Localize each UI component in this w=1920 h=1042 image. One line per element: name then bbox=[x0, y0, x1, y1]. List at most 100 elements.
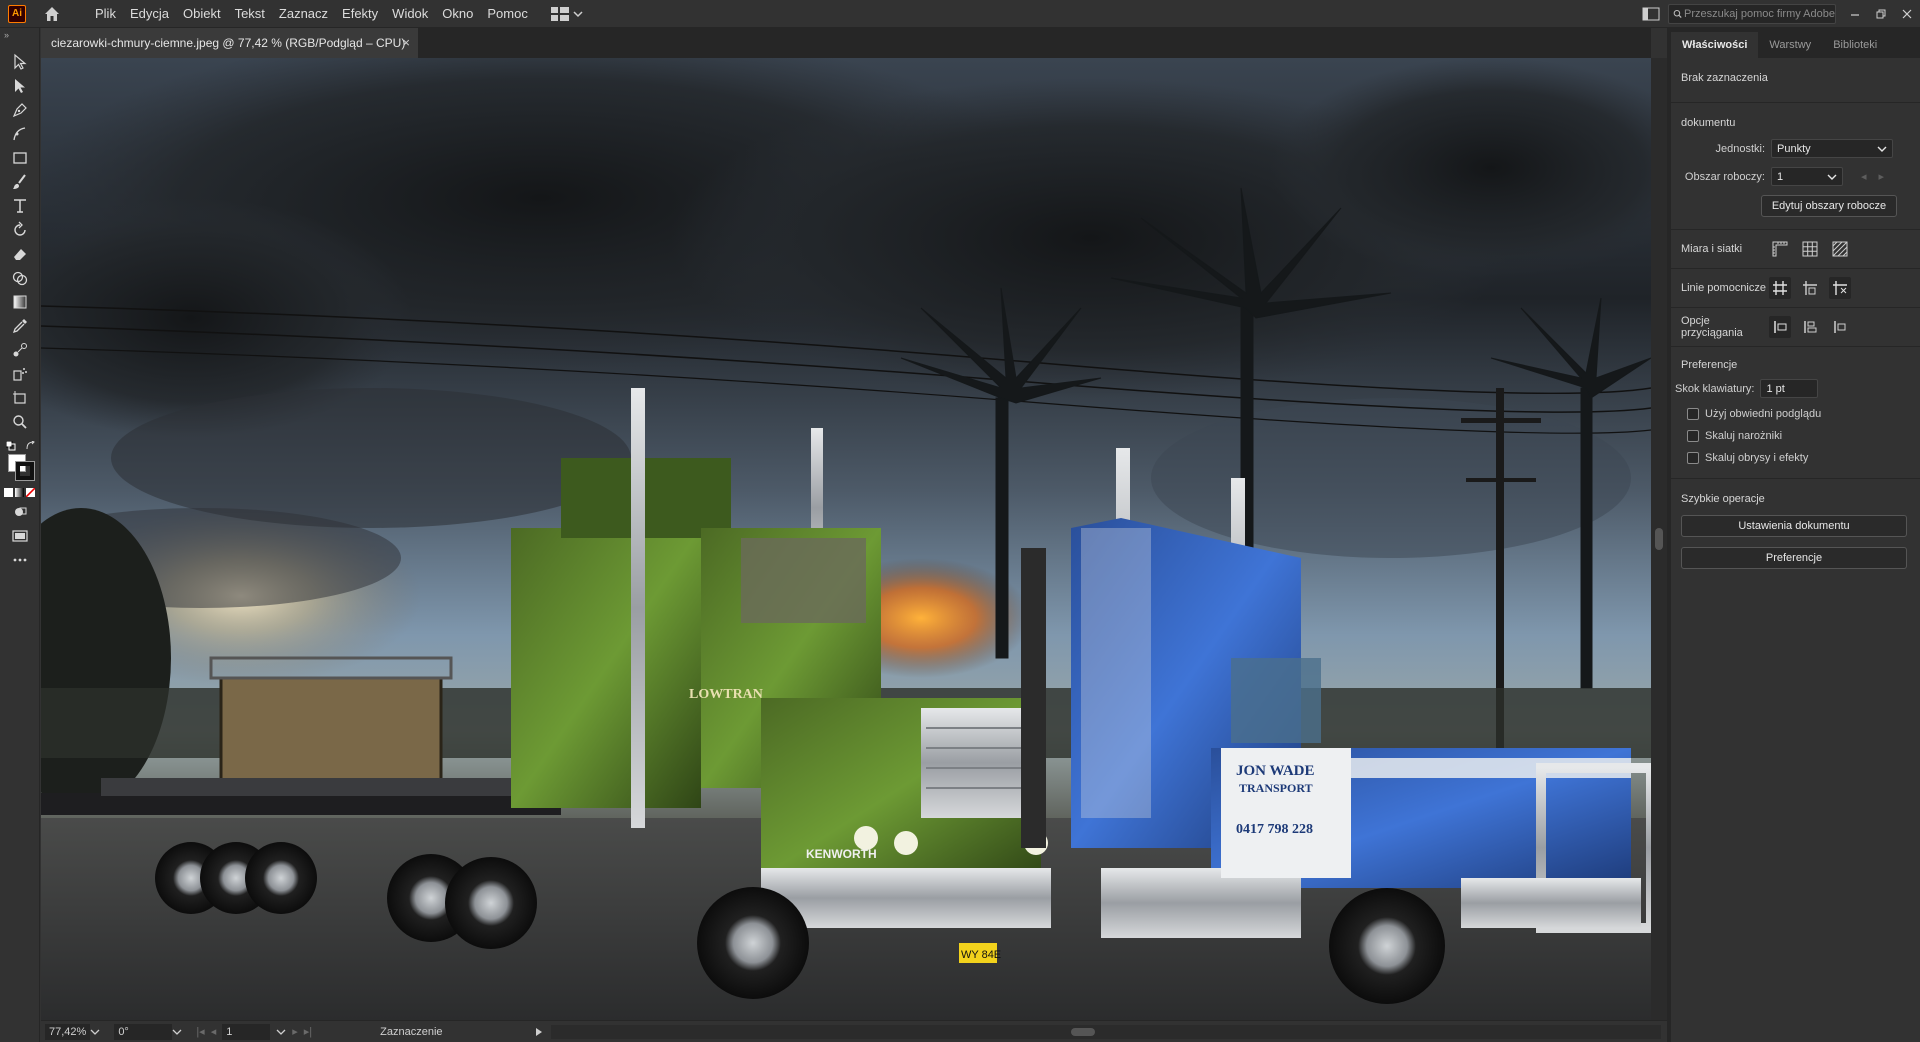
toolbar-collapse-icon[interactable]: » bbox=[0, 28, 39, 42]
menu-view[interactable]: Widok bbox=[385, 0, 435, 28]
scale-strokes-checkbox-box[interactable] bbox=[1687, 452, 1699, 464]
next-artboard-icon[interactable]: ▸ bbox=[292, 1025, 298, 1038]
gradient-tool[interactable] bbox=[0, 290, 40, 314]
last-artboard-icon[interactable]: ▸| bbox=[304, 1025, 312, 1038]
artboard-select[interactable]: 1 bbox=[1771, 167, 1843, 186]
artboard-tool[interactable] bbox=[0, 386, 40, 410]
guides-label: Linie pomocnicze bbox=[1681, 282, 1766, 294]
scale-corners-checkbox[interactable]: Skaluj narożniki bbox=[1687, 430, 1910, 442]
gradient-mode-button[interactable] bbox=[15, 487, 24, 497]
preview-bounds-label: Użyj obwiedni podglądu bbox=[1705, 408, 1822, 420]
chevron-down-icon[interactable] bbox=[90, 1028, 100, 1036]
direct-selection-tool[interactable] bbox=[0, 74, 40, 98]
stroke-swatch[interactable] bbox=[15, 461, 35, 481]
chevron-down-icon[interactable] bbox=[172, 1028, 182, 1036]
selection-tool[interactable] bbox=[0, 50, 40, 74]
rotate-tool[interactable] bbox=[0, 218, 40, 242]
menu-type[interactable]: Tekst bbox=[228, 0, 272, 28]
snap-options-label: Opcje przyciągania bbox=[1681, 315, 1743, 339]
gradient-icon bbox=[13, 295, 27, 309]
type-tool[interactable] bbox=[0, 194, 40, 218]
menu-window[interactable]: Okno bbox=[435, 0, 480, 28]
none-mode-button[interactable] bbox=[26, 487, 35, 497]
curvature-tool[interactable] bbox=[0, 122, 40, 146]
eyedropper-icon bbox=[12, 319, 27, 334]
zoom-tool[interactable] bbox=[0, 410, 40, 434]
swap-colors-icon[interactable] bbox=[26, 440, 36, 450]
pen-tool[interactable] bbox=[0, 98, 40, 122]
arrange-documents-icon[interactable] bbox=[1642, 7, 1660, 21]
edit-artboards-button[interactable]: Edytuj obszary robocze bbox=[1761, 195, 1897, 217]
eyedropper-tool[interactable] bbox=[0, 314, 40, 338]
drawing-modes-tool[interactable] bbox=[0, 500, 40, 524]
smart-guides-toggle[interactable] bbox=[1799, 277, 1821, 299]
blend-tool[interactable] bbox=[0, 338, 40, 362]
close-window-button[interactable] bbox=[1894, 0, 1920, 28]
eraser-tool[interactable] bbox=[0, 242, 40, 266]
canvas-area[interactable]: KENWORTH LOWTRAN WY 84E JON WADE TRANSPO… bbox=[41, 58, 1651, 1020]
zoom-field[interactable]: 77,42% bbox=[41, 1023, 104, 1041]
lock-guides-toggle[interactable] bbox=[1829, 277, 1851, 299]
first-artboard-icon[interactable]: |◂ bbox=[196, 1025, 204, 1038]
fill-stroke-swatches[interactable] bbox=[0, 440, 39, 484]
document-tab[interactable]: ciezarowki-chmury-ciemne.jpeg @ 77,42 % … bbox=[41, 28, 418, 58]
menu-file[interactable]: Plik bbox=[88, 0, 123, 28]
rulers-toggle[interactable] bbox=[1769, 238, 1791, 260]
artboard-value: 1 bbox=[1777, 170, 1784, 183]
symbol-sprayer-tool[interactable] bbox=[0, 362, 40, 386]
scale-corners-checkbox-box[interactable] bbox=[1687, 430, 1699, 442]
prev-artboard-icon[interactable]: ◂ bbox=[211, 1025, 217, 1038]
keyboard-increment-input[interactable]: 1 pt bbox=[1760, 379, 1819, 398]
vertical-scroll-thumb[interactable] bbox=[1655, 528, 1663, 550]
help-search-input[interactable]: Przeszukaj pomoc firmy Adobe bbox=[1668, 4, 1836, 24]
menu-select[interactable]: Zaznacz bbox=[272, 0, 335, 28]
screen-mode-tool[interactable] bbox=[0, 524, 40, 548]
restore-button[interactable] bbox=[1868, 0, 1894, 28]
default-colors-icon[interactable] bbox=[5, 440, 16, 451]
menu-effect[interactable]: Efekty bbox=[335, 0, 385, 28]
snap-to-grid-toggle[interactable] bbox=[1799, 316, 1821, 338]
minimize-button[interactable] bbox=[1842, 0, 1868, 28]
edit-toolbar-button[interactable] bbox=[0, 548, 40, 572]
zoom-value[interactable]: 77,42% bbox=[45, 1023, 91, 1040]
prev-artboard-arrow-icon[interactable]: ◂ bbox=[1861, 170, 1867, 183]
horizontal-scrollbar[interactable] bbox=[551, 1025, 1661, 1039]
preview-bounds-checkbox-box[interactable] bbox=[1687, 408, 1699, 420]
paintbrush-tool[interactable] bbox=[0, 170, 40, 194]
guides-toggle[interactable] bbox=[1769, 277, 1791, 299]
menu-help[interactable]: Pomoc bbox=[480, 0, 534, 28]
units-select[interactable]: Punkty bbox=[1771, 139, 1893, 158]
preferences-section-title: Preferencje bbox=[1681, 359, 1738, 371]
rectangle-tool[interactable] bbox=[0, 146, 40, 170]
vertical-scrollbar[interactable] bbox=[1651, 58, 1667, 1020]
chevron-down-icon[interactable] bbox=[276, 1028, 286, 1036]
shape-builder-tool[interactable] bbox=[0, 266, 40, 290]
snap-grid-icon bbox=[1804, 321, 1817, 333]
grid-toggle[interactable] bbox=[1799, 238, 1821, 260]
menu-object[interactable]: Obiekt bbox=[176, 0, 228, 28]
snap-to-point-toggle[interactable] bbox=[1769, 316, 1791, 338]
artboard-number[interactable]: 1 bbox=[222, 1023, 271, 1040]
horizontal-scroll-thumb[interactable] bbox=[1071, 1028, 1095, 1036]
color-mode-button[interactable] bbox=[4, 487, 13, 497]
transparency-grid-toggle[interactable] bbox=[1829, 238, 1851, 260]
tab-libraries[interactable]: Biblioteki bbox=[1822, 32, 1888, 58]
rotation-field[interactable]: 0° bbox=[110, 1023, 186, 1041]
menu-edit[interactable]: Edycja bbox=[123, 0, 176, 28]
scale-strokes-checkbox[interactable]: Skaluj obrysy i efekty bbox=[1687, 452, 1910, 464]
status-menu-arrow-icon[interactable] bbox=[535, 1027, 543, 1037]
next-artboard-arrow-icon[interactable]: ▸ bbox=[1879, 170, 1885, 183]
paintbrush-icon bbox=[13, 174, 26, 189]
workspace-switcher[interactable] bbox=[550, 6, 583, 21]
home-icon[interactable] bbox=[38, 0, 66, 28]
placed-image-trucks[interactable]: KENWORTH LOWTRAN WY 84E JON WADE TRANSPO… bbox=[41, 58, 1651, 1020]
tab-properties[interactable]: Właściwości bbox=[1671, 32, 1759, 58]
close-tab-icon[interactable]: × bbox=[402, 35, 410, 50]
preview-bounds-checkbox[interactable]: Użyj obwiedni podglądu bbox=[1687, 408, 1910, 420]
preferences-button[interactable]: Preferencje bbox=[1681, 547, 1907, 569]
tab-layers[interactable]: Warstwy bbox=[1758, 32, 1822, 58]
current-tool-status: Zaznaczenie bbox=[380, 1025, 443, 1038]
rotation-value[interactable]: 0° bbox=[114, 1023, 173, 1040]
document-setup-button[interactable]: Ustawienia dokumentu bbox=[1681, 515, 1907, 537]
snap-to-pixel-toggle[interactable] bbox=[1829, 316, 1851, 338]
